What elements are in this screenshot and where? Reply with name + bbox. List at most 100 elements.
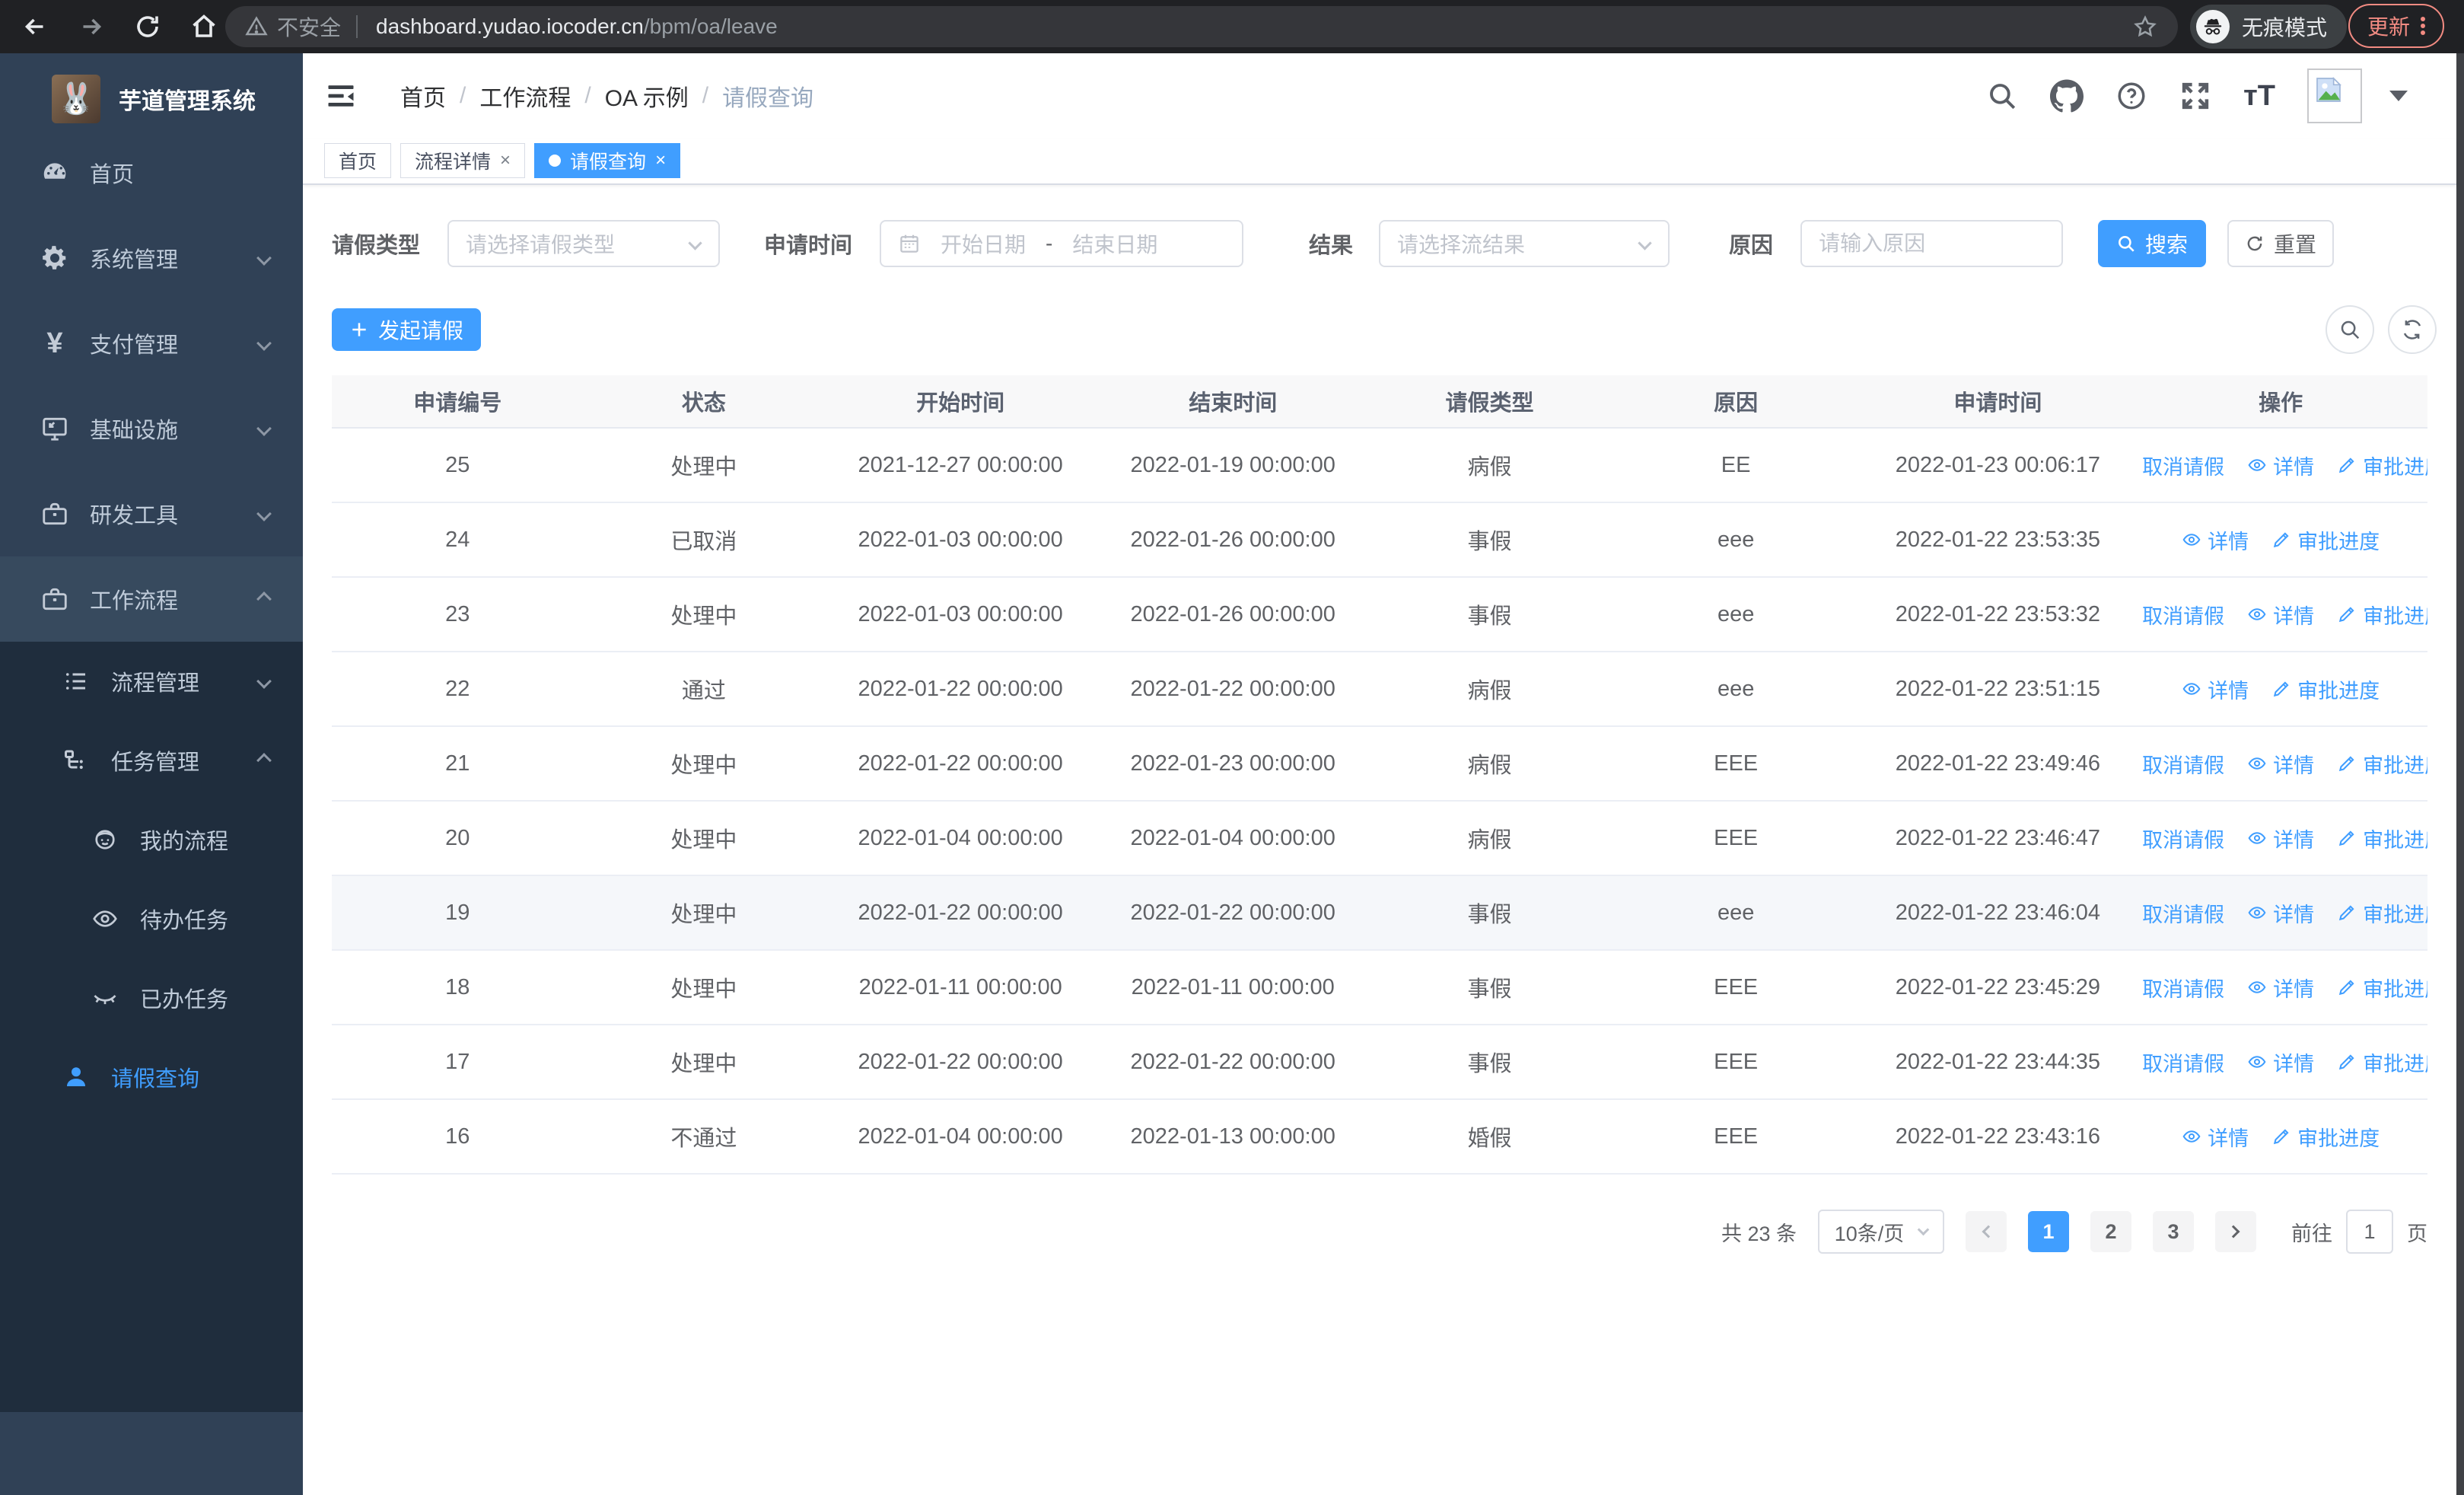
detail-link[interactable]: 详情 xyxy=(2247,824,2314,853)
result-select[interactable]: 请选择流结果 xyxy=(1379,220,1670,267)
end-date-placeholder[interactable]: 结束日期 xyxy=(1072,228,1157,259)
pen-icon xyxy=(2339,980,2354,996)
cancel-leave-link[interactable]: 取消请假 xyxy=(2134,898,2224,928)
detail-link[interactable]: 详情 xyxy=(2182,674,2249,704)
sidebar-item-done-tasks[interactable]: 已办任务 xyxy=(0,958,303,1038)
cancel-leave-link[interactable]: 取消请假 xyxy=(2134,451,2224,480)
close-icon[interactable]: × xyxy=(655,150,666,171)
cell-apply-id: 20 xyxy=(445,825,470,850)
font-size-icon[interactable]: тT xyxy=(2243,80,2275,113)
cell-apply-id: 25 xyxy=(445,452,470,477)
tab-home[interactable]: 首页 xyxy=(324,143,392,178)
sidebar-item-payment[interactable]: ¥ 支付管理 xyxy=(0,301,303,386)
trash-icon xyxy=(2134,754,2136,773)
sidebar-item-my-process[interactable]: 我的流程 xyxy=(0,800,303,879)
sidebar-item-label: 基础设施 xyxy=(90,419,179,443)
cancel-leave-link[interactable]: 取消请假 xyxy=(2134,973,2224,1003)
goto-label: 前往 xyxy=(2291,1222,2332,1245)
search-icon[interactable] xyxy=(1986,80,2018,112)
cancel-leave-link[interactable]: 取消请假 xyxy=(2134,824,2224,853)
apply-time-range-picker[interactable]: 开始日期 - 结束日期 xyxy=(880,220,1244,267)
approval-progress-link[interactable]: 审批进度 xyxy=(2271,525,2380,555)
detail-link[interactable]: 详情 xyxy=(2182,525,2249,555)
sidebar-item-dev-tools[interactable]: 研发工具 xyxy=(0,471,303,556)
sidebar-item-workflow[interactable]: 工作流程 xyxy=(0,556,303,642)
cell-start-time: 2021-12-27 00:00:00 xyxy=(858,452,1063,477)
sidebar-item-label: 流程管理 xyxy=(111,671,200,696)
cancel-leave-link[interactable]: 取消请假 xyxy=(2134,600,2224,630)
search-button[interactable]: 搜索 xyxy=(2098,220,2207,267)
browser-update-button[interactable]: 更新 xyxy=(2348,4,2444,48)
approval-progress-link[interactable]: 审批进度 xyxy=(2271,1122,2380,1152)
avatar[interactable] xyxy=(2307,69,2362,123)
bookmark-star-icon[interactable] xyxy=(2132,14,2158,40)
reason-input[interactable] xyxy=(1819,231,2045,256)
sidebar-item-leave-query[interactable]: 请假查询 xyxy=(0,1038,303,1117)
detail-link[interactable]: 详情 xyxy=(2247,898,2314,928)
approval-progress-link[interactable]: 审批进度 xyxy=(2337,973,2427,1003)
leave-type-select[interactable]: 请选择请假类型 xyxy=(447,220,721,267)
prev-page-button[interactable] xyxy=(1966,1211,2007,1252)
chevron-down-icon xyxy=(256,336,272,351)
sidebar-item-system[interactable]: 系统管理 xyxy=(0,215,303,301)
cell-apply-id: 24 xyxy=(445,527,470,552)
sidebar-collapse-icon[interactable] xyxy=(324,79,358,113)
avatar-menu-caret-icon[interactable] xyxy=(2389,91,2408,101)
detail-link[interactable]: 详情 xyxy=(2247,749,2314,779)
sidebar-item-label: 我的流程 xyxy=(140,830,229,854)
page-button-2[interactable]: 2 xyxy=(2090,1211,2131,1252)
sidebar-item-home[interactable]: 首页 xyxy=(0,130,303,215)
cancel-leave-link[interactable]: 取消请假 xyxy=(2134,749,2224,779)
approval-progress-link[interactable]: 审批进度 xyxy=(2337,898,2427,928)
show-search-toggle-button[interactable] xyxy=(2326,305,2374,354)
fullscreen-icon[interactable] xyxy=(2179,80,2211,112)
detail-link[interactable]: 详情 xyxy=(2247,1047,2314,1077)
help-icon[interactable] xyxy=(2115,80,2147,112)
address-bar[interactable]: 不安全 dashboard.yudao.iocoder.cn /bpm/oa/l… xyxy=(225,6,2178,47)
page-size-select[interactable]: 10条/页 xyxy=(1818,1210,1944,1254)
detail-link[interactable]: 详情 xyxy=(2182,1122,2249,1152)
tab-process-detail[interactable]: 流程详情 × xyxy=(400,143,526,178)
browser-menu-icon[interactable] xyxy=(2421,14,2425,37)
start-date-placeholder[interactable]: 开始日期 xyxy=(941,228,1026,259)
sidebar-item-process-management[interactable]: 流程管理 xyxy=(0,642,303,721)
breadcrumb-oa-example[interactable]: OA 示例 xyxy=(605,79,689,113)
browser-reload-button[interactable] xyxy=(126,5,169,48)
column-header: 申请时间 xyxy=(1953,391,2042,416)
detail-link[interactable]: 详情 xyxy=(2247,451,2314,480)
cell-reason: eee xyxy=(1717,527,1755,552)
tab-leave-query[interactable]: 请假查询 × xyxy=(534,143,681,178)
approval-progress-link[interactable]: 审批进度 xyxy=(2337,600,2427,630)
cancel-leave-link[interactable]: 取消请假 xyxy=(2134,1047,2224,1077)
page-button-3[interactable]: 3 xyxy=(2153,1211,2194,1252)
detail-link[interactable]: 详情 xyxy=(2247,973,2314,1003)
pen-icon xyxy=(2274,681,2289,697)
sidebar-item-infrastructure[interactable]: 基础设施 xyxy=(0,386,303,471)
goto-page-input[interactable] xyxy=(2346,1210,2393,1254)
sidebar-item-task-management[interactable]: 任务管理 xyxy=(0,721,303,800)
approval-progress-link[interactable]: 审批进度 xyxy=(2337,1047,2427,1077)
next-page-button[interactable] xyxy=(2215,1211,2256,1252)
page-button-1[interactable]: 1 xyxy=(2028,1211,2069,1252)
app-logo-row[interactable]: 🐰 芋道管理系统 xyxy=(0,53,303,130)
close-icon[interactable]: × xyxy=(500,150,511,171)
window-scrollbar[interactable] xyxy=(2456,53,2464,1495)
github-icon[interactable] xyxy=(2050,79,2084,113)
breadcrumb: 首页 / 工作流程 / OA 示例 / 请假查询 xyxy=(400,79,813,113)
browser-forward-button[interactable] xyxy=(70,5,113,48)
detail-link[interactable]: 详情 xyxy=(2247,600,2314,630)
breadcrumb-home[interactable]: 首页 xyxy=(400,79,446,113)
approval-progress-link[interactable]: 审批进度 xyxy=(2337,749,2427,779)
create-leave-button[interactable]: 发起请假 xyxy=(332,308,481,351)
approval-progress-link[interactable]: 审批进度 xyxy=(2337,824,2427,853)
sidebar-item-todo-tasks[interactable]: 待办任务 xyxy=(0,879,303,958)
breadcrumb-workflow[interactable]: 工作流程 xyxy=(479,79,571,113)
reset-button[interactable]: 重置 xyxy=(2227,220,2335,267)
approval-progress-link[interactable]: 审批进度 xyxy=(2271,674,2380,704)
approval-progress-link[interactable]: 审批进度 xyxy=(2337,451,2427,480)
not-secure-warning[interactable]: 不安全 xyxy=(245,11,341,42)
browser-home-button[interactable] xyxy=(183,5,225,48)
refresh-table-button[interactable] xyxy=(2388,305,2437,354)
cell-leave-type: 病假 xyxy=(1467,455,1512,480)
browser-back-button[interactable] xyxy=(14,5,56,48)
